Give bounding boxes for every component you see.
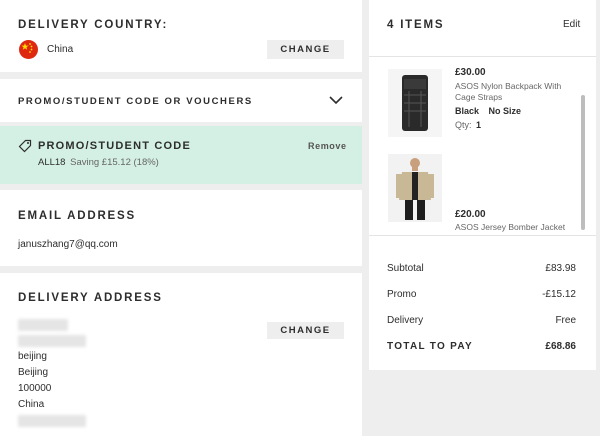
delivery-address-heading: DELIVERY ADDRESS (18, 292, 163, 304)
promo-row: Promo -£15.12 (387, 289, 576, 300)
item-name[interactable]: ASOS Jersey Bomber Jacket In Beige (455, 222, 573, 235)
redacted-name (18, 319, 68, 331)
delivery-row: Delivery Free (387, 315, 576, 326)
bag-summary-panel: 4 ITEMS Edit £30.00 ASOS Nylon Backpack … (369, 0, 596, 370)
total-label: TOTAL TO PAY (387, 341, 473, 352)
item-qty-label: Qty: (455, 120, 472, 130)
bomber-jacket-image (388, 154, 442, 222)
delivery-address-section: DELIVERY ADDRESS CHANGE beijing Beijing … (0, 273, 362, 436)
item-qty: Qty: 1 (455, 120, 481, 130)
promo-applied-section: PROMO/STUDENT CODE Remove ALL18 Saving £… (0, 126, 362, 184)
item-price: £20.00 (455, 209, 486, 220)
promo-toggle-section[interactable]: PROMO/STUDENT CODE OR VOUCHERS (0, 79, 362, 122)
email-section: EMAIL ADDRESS januszhang7@qq.com (0, 190, 362, 266)
promo-applied-heading: PROMO/STUDENT CODE (38, 140, 191, 152)
remove-promo-link[interactable]: Remove (308, 141, 347, 151)
delivery-label: Delivery (387, 315, 424, 326)
item-size: No Size (488, 106, 522, 116)
promo-saving: Saving £15.12 (18%) (70, 157, 159, 168)
email-heading: EMAIL ADDRESS (18, 210, 136, 222)
tag-icon (18, 139, 32, 153)
item-name[interactable]: ASOS Nylon Backpack With Cage Straps (455, 81, 573, 103)
subtotal-label: Subtotal (387, 263, 424, 274)
promo-code-line: ALL18 Saving £15.12 (18%) (38, 157, 159, 168)
edit-bag-link[interactable]: Edit (563, 19, 580, 30)
backpack-image (388, 69, 442, 137)
promo-label: Promo (387, 289, 417, 300)
redacted-street (18, 335, 86, 347)
delivery-country-section: DELIVERY COUNTRY: China CHANGE (0, 0, 362, 72)
address-line-postcode: 100000 (18, 383, 52, 394)
country-name: China (47, 44, 74, 55)
item-colour: Black (455, 106, 480, 116)
address-line-city: beijing (18, 351, 47, 362)
item-qty-value: 1 (476, 120, 482, 130)
item-attributes: Black No Size (455, 106, 521, 116)
email-value: januszhang7@qq.com (18, 239, 118, 250)
address-line-country: China (18, 399, 45, 410)
delivery-value: Free (555, 315, 576, 326)
redacted-phone (18, 415, 86, 427)
item-price: £30.00 (455, 67, 486, 78)
bag-heading: 4 ITEMS (387, 19, 445, 31)
chevron-down-icon[interactable] (328, 93, 344, 105)
bag-scrollbar[interactable] (581, 95, 585, 230)
delivery-country-heading: DELIVERY COUNTRY: (18, 19, 169, 31)
promo-toggle-heading: PROMO/STUDENT CODE OR VOUCHERS (18, 96, 253, 107)
total-row: TOTAL TO PAY £68.86 (387, 341, 576, 352)
address-line-province: Beijing (18, 367, 49, 378)
subtotal-value: £83.98 (545, 263, 576, 274)
change-country-button[interactable]: CHANGE (267, 40, 344, 59)
change-address-button[interactable]: CHANGE (267, 322, 344, 339)
promo-value: -£15.12 (542, 289, 576, 300)
china-flag-icon (19, 40, 38, 59)
total-value: £68.86 (545, 341, 576, 352)
list-item[interactable]: £20.00 ASOS Jersey Bomber Jacket In Beig… (369, 145, 589, 235)
bag-items-list[interactable]: £30.00 ASOS Nylon Backpack With Cage Str… (369, 56, 596, 236)
subtotal-row: Subtotal £83.98 (387, 263, 576, 274)
list-item[interactable]: £30.00 ASOS Nylon Backpack With Cage Str… (369, 57, 589, 145)
promo-code: ALL18 (38, 157, 66, 168)
